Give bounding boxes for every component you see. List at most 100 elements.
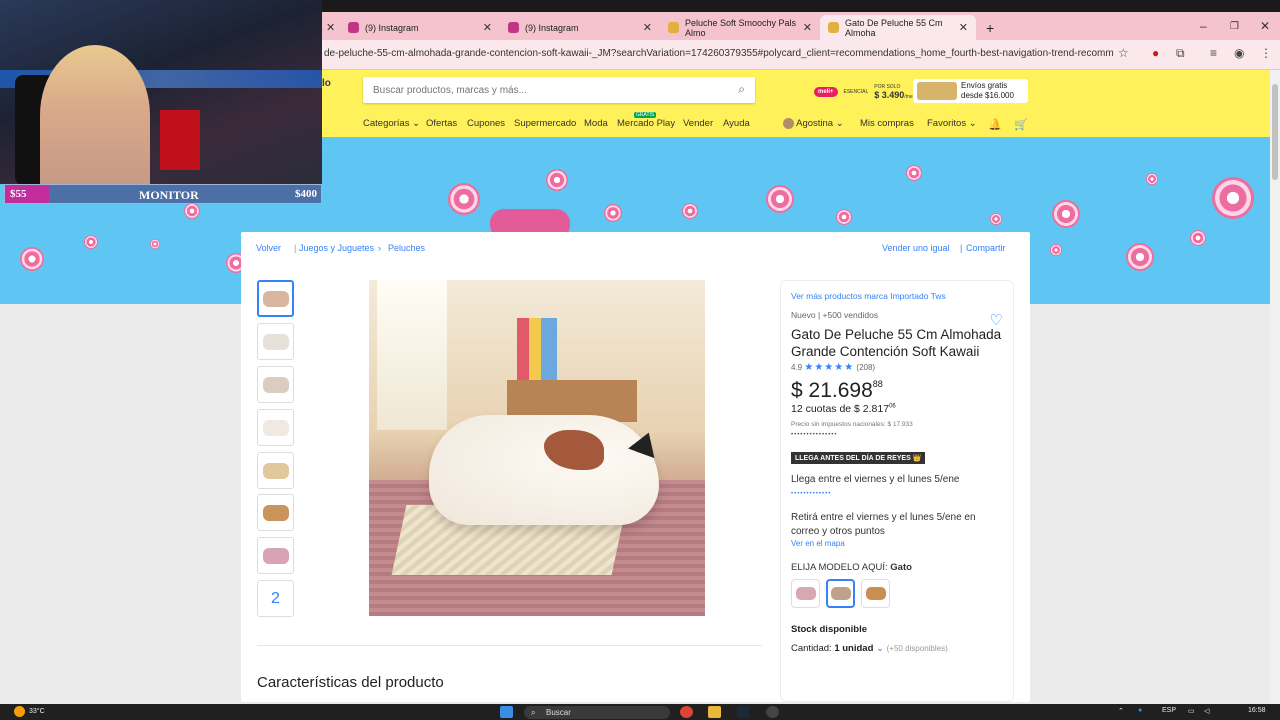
image-cat-plush [429,415,659,525]
search-icon[interactable]: ⌕ [738,82,745,97]
extensions-icon[interactable]: ⧉ [1176,46,1185,61]
product-main-image[interactable] [369,280,705,616]
profile-avatar-icon[interactable]: ◉ [1234,46,1244,60]
nav-ofertas[interactable]: Ofertas [426,118,457,129]
model-swatch[interactable] [861,579,890,608]
gallery-thumb[interactable] [257,537,294,574]
windows-start-icon[interactable] [500,706,513,718]
logo-fragment[interactable]: lo [322,78,331,89]
search-bar: ⌕ [363,77,755,103]
tab-instagram-1-body[interactable]: (9) Instagram ✕ [340,15,500,40]
avatar [783,118,794,129]
tab-gato-peluche[interactable]: Gato De Peluche 55 Cm Almoha ✕ [820,15,976,40]
share-link[interactable]: Compartir [966,243,1006,253]
payment-methods-link[interactable]: ••••••••••••••• [791,432,1003,438]
search-input[interactable] [363,77,713,103]
tab-instagram-2[interactable]: (9) Instagram ✕ [500,15,660,40]
product-card: Volver | Juegos y Juguetes › Peluches Ve… [241,232,1030,702]
mic-icon[interactable]: ● [1138,707,1142,714]
url-field[interactable]: de-peluche-55-cm-almohada-grande-contenc… [324,48,1114,59]
banner-decoration [546,169,568,191]
tab-peluche-smoochy[interactable]: Peluche Soft Smoochy Pals Almo ✕ [660,15,820,40]
model-swatch[interactable] [791,579,820,608]
breadcrumb-back[interactable]: Volver [256,243,281,253]
chevron-right-icon: › [378,243,381,253]
restore-icon[interactable]: ❐ [1230,12,1239,40]
characteristics-title: Características del producto [257,674,444,691]
file-explorer-icon[interactable] [708,706,721,718]
meli-price-block: POR SOLO $ 3.490/mes [874,83,915,101]
weather-widget[interactable]: 33°C [14,706,45,717]
clock[interactable]: 16:58 [1248,707,1266,714]
breadcrumb-juegos[interactable]: Juegos y Juguetes [299,243,374,253]
window-close-icon[interactable]: ✕ [1260,12,1270,40]
close-icon[interactable]: ✕ [326,21,335,34]
rating-value: 4.9 [791,363,803,372]
scrollbar-thumb[interactable] [1272,84,1278,180]
gallery-thumb[interactable] [257,323,294,360]
breadcrumb-divider: | [294,243,297,253]
new-tab-button[interactable]: + [978,15,1000,40]
gallery-more-button[interactable]: 2 [257,580,294,617]
chrome-icon[interactable] [680,706,693,718]
banner-decoration [184,203,200,219]
obs-icon[interactable] [766,706,779,718]
gallery-thumb[interactable] [257,409,294,446]
page-scrollbar[interactable] [1270,70,1280,704]
nav-ayuda[interactable]: Ayuda [723,118,750,129]
nav-vender[interactable]: Vender [683,118,713,129]
meli-sub: ESENCIAL [843,89,869,95]
banner-decoration [836,209,852,225]
gallery-thumb[interactable] [257,366,294,403]
user-menu[interactable]: Agostina ⌄ [783,118,844,129]
gallery-thumb[interactable] [257,452,294,489]
nav-moda[interactable]: Moda [584,118,608,129]
tray-chevron-icon[interactable]: ⌃ [1118,707,1124,715]
stream-goal-bar: $55 MONITOR $400 [4,184,322,204]
nav-favoritos[interactable]: Favoritos ⌄ [927,118,977,129]
nav-cupones[interactable]: Cupones [467,118,505,129]
network-icon[interactable]: ▭ [1188,707,1195,715]
tax-note: Precio sin impuestos nacionales: $ 17.93… [791,421,913,428]
installments: 12 cuotas de $ 2.81706 [791,403,896,415]
nav-mis-compras[interactable]: Mis compras [860,118,914,129]
reading-list-icon[interactable]: ≡ [1210,46,1217,60]
language-indicator[interactable]: ESP [1162,707,1176,714]
shipping-promo[interactable]: Envíos gratis desde $16.000 [913,79,1028,103]
chevron-down-icon: ⌄ [876,643,884,654]
breadcrumb-peluches[interactable]: Peluches [388,243,425,253]
minimize-icon[interactable]: – [1200,12,1207,40]
close-icon[interactable]: ✕ [643,21,652,34]
rating[interactable]: 4.9 ★★★★★ (208) [791,362,1003,373]
cart-icon[interactable]: 🛒 [1014,118,1028,131]
steam-icon[interactable] [737,706,750,718]
map-link[interactable]: Ver en el mapa [791,539,1003,548]
menu-icon[interactable]: ⋮ [1260,46,1272,60]
close-icon[interactable]: ✕ [483,21,492,34]
gallery-thumb[interactable] [257,280,294,317]
close-icon[interactable]: ✕ [959,21,968,34]
close-icon[interactable]: ✕ [803,21,812,34]
volume-icon[interactable]: ◁ [1204,707,1209,715]
quantity-value: 1 unidad [834,643,874,654]
banner-decoration [150,239,160,249]
delivery-more-link[interactable]: ••••••••••••• [791,491,1003,497]
meli-plus-promo[interactable]: meli+ ESENCIAL POR SOLO $ 3.490/mes [814,82,915,102]
brand-link[interactable]: Ver más productos marca Importado Tws [791,291,1003,301]
bookmark-star-icon[interactable]: ☆ [1118,46,1129,60]
pickup-text: Retirá entre el viernes y el lunes 5/ene… [791,512,976,537]
nav-categorias[interactable]: Categorías ⌄ [363,118,420,129]
gallery-thumb[interactable] [257,494,294,531]
bell-icon[interactable]: 🔔 [988,118,1002,131]
sell-same-link[interactable]: Vender uno igual [882,243,950,253]
nav-supermercado[interactable]: Supermercado [514,118,576,129]
sold-count: +500 vendidos [822,310,879,320]
stars-icon: ★★★★★ [804,362,855,373]
price: $ 21.69888 [791,379,1003,403]
opera-extension-icon[interactable]: ● [1152,46,1159,60]
taskbar-search[interactable]: ⌕ Buscar [524,706,670,719]
quantity-selector[interactable]: Cantidad: 1 unidad ⌄ (+50 disponibles) [791,643,1003,654]
nav-mercado-play[interactable]: Mercado Play [617,118,675,129]
heart-icon[interactable]: ♡ [990,311,1003,329]
model-swatch[interactable] [826,579,855,608]
